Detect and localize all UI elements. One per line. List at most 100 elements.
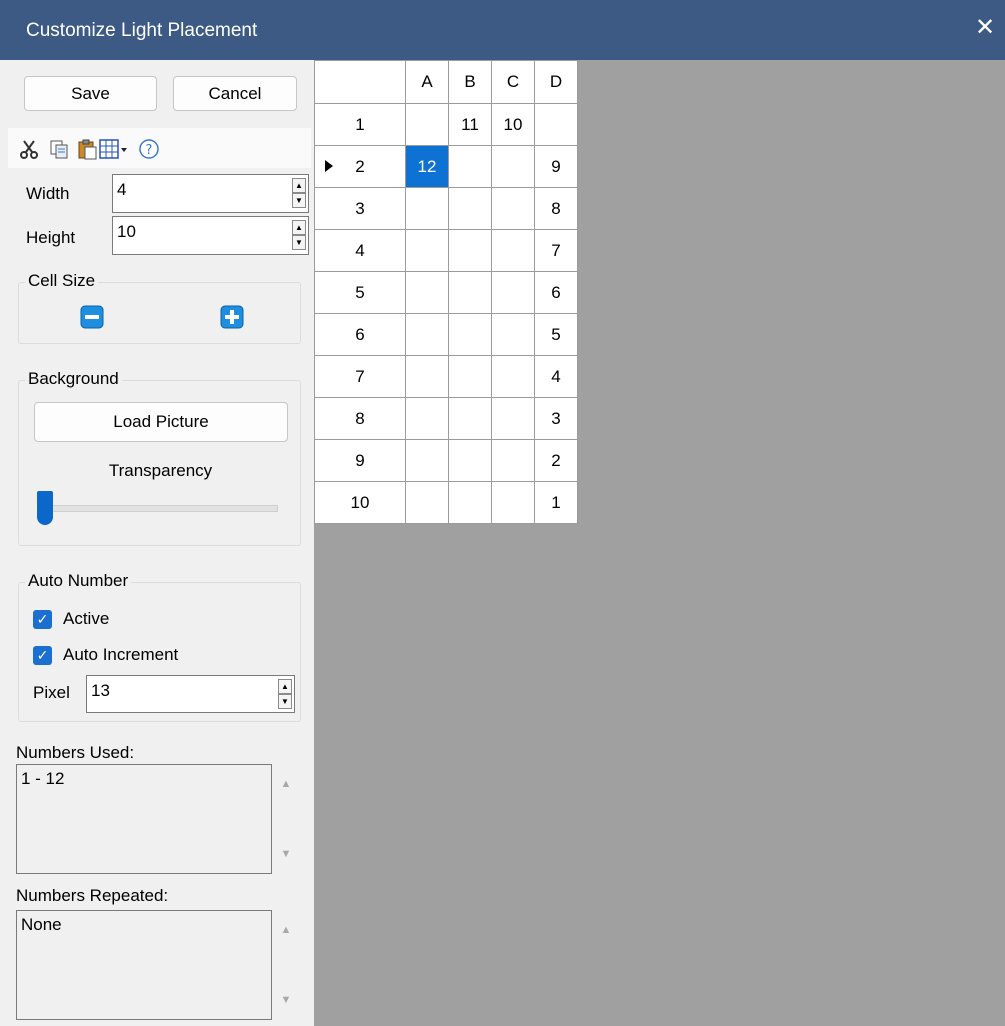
copy-icon[interactable] [48,138,70,160]
grid-cell[interactable] [405,439,449,482]
transparency-slider-thumb[interactable] [37,491,53,525]
grid-dropdown-icon[interactable] [98,138,132,160]
close-icon[interactable]: ✕ [973,14,997,42]
auto-increment-checkbox[interactable]: ✓ [33,646,52,665]
table-row: 47 [314,229,578,272]
numbers-repeated-list[interactable]: None [16,910,272,1020]
grid-cell[interactable] [448,397,492,440]
grid-cell[interactable]: 5 [534,313,578,356]
grid-cell[interactable] [491,439,535,482]
row-header[interactable]: 9 [314,439,406,482]
column-header-c[interactable]: C [491,60,535,104]
grid-cell[interactable]: 10 [491,103,535,146]
grid-cell[interactable] [491,229,535,272]
help-icon[interactable]: ? [138,138,160,160]
row-header[interactable]: 10 [314,481,406,524]
spin-up-icon[interactable]: ▲ [292,178,306,193]
row-header[interactable]: 1 [314,103,406,146]
height-spinbox[interactable]: 10 ▲ ▼ [112,216,309,255]
grid-cell[interactable]: 1 [534,481,578,524]
table-row: 10 1 [314,481,578,524]
pixel-spinbox[interactable]: 13 ▲ ▼ [86,675,295,713]
zoom-out-icon[interactable] [80,305,104,329]
spin-down-icon[interactable]: ▼ [292,235,306,250]
grid-cell[interactable] [448,187,492,230]
grid-cell[interactable] [491,397,535,440]
transparency-track[interactable] [52,505,278,512]
grid-cell[interactable] [448,145,492,188]
grid-cell[interactable] [405,229,449,272]
grid-cell[interactable]: 8 [534,187,578,230]
grid-cell[interactable]: 4 [534,355,578,398]
grid-cell[interactable]: 9 [534,145,578,188]
grid-cell[interactable] [405,103,449,146]
table-row: 65 [314,313,578,356]
scroll-down-icon[interactable]: ▼ [278,846,294,862]
grid-cell[interactable] [448,313,492,356]
width-value: 4 [117,180,127,199]
grid-header-row: A B C D [314,60,578,104]
numbers-used-list[interactable]: 1 - 12 [16,764,272,874]
grid-cell[interactable] [448,439,492,482]
zoom-in-icon[interactable] [220,305,244,329]
table-row: 74 [314,355,578,398]
grid-cell[interactable] [491,145,535,188]
grid-cell[interactable] [405,397,449,440]
cell-size-label: Cell Size [25,271,99,291]
paste-icon[interactable] [76,138,98,160]
pixel-spinner[interactable]: ▲ ▼ [278,679,292,711]
grid-cell[interactable]: 2 [534,439,578,482]
save-button[interactable]: Save [24,76,157,111]
table-row: 1 11 10 [314,103,578,146]
load-picture-button[interactable]: Load Picture [34,402,288,442]
spin-down-icon[interactable]: ▼ [292,193,306,208]
height-spinner[interactable]: ▲ ▼ [292,220,306,252]
scroll-up-icon[interactable]: ▲ [278,922,294,938]
column-header-d[interactable]: D [534,60,578,104]
grid-cell[interactable]: 11 [448,103,492,146]
row-number: 6 [355,324,365,344]
grid-cell[interactable] [534,103,578,146]
width-label: Width [26,184,70,203]
row-header[interactable]: 5 [314,271,406,314]
grid-cell[interactable] [405,481,449,524]
scroll-down-icon[interactable]: ▼ [278,992,294,1008]
grid-cell[interactable]: 3 [534,397,578,440]
spin-up-icon[interactable]: ▲ [278,679,292,694]
cut-icon[interactable] [18,138,40,160]
grid-cell[interactable] [491,271,535,314]
grid-cell[interactable] [448,229,492,272]
grid-cell[interactable] [448,481,492,524]
grid-cell[interactable] [405,355,449,398]
grid-cell[interactable]: 7 [534,229,578,272]
cancel-button[interactable]: Cancel [173,76,297,111]
numbers-repeated-value: None [21,915,62,934]
grid-cell[interactable]: 6 [534,271,578,314]
grid-cell[interactable] [491,313,535,356]
column-header-a[interactable]: A [405,60,449,104]
grid-cell[interactable] [405,313,449,356]
grid-cell[interactable] [405,271,449,314]
edit-toolbar: ? [8,128,311,168]
grid-cell[interactable] [448,355,492,398]
row-header[interactable]: 8 [314,397,406,440]
grid-cell[interactable]: 12 [405,145,449,188]
row-header[interactable]: 2 [314,145,406,188]
grid-cell[interactable] [491,481,535,524]
row-header[interactable]: 4 [314,229,406,272]
spin-up-icon[interactable]: ▲ [292,220,306,235]
column-header-b[interactable]: B [448,60,492,104]
grid-cell[interactable] [491,355,535,398]
width-spinbox[interactable]: 4 ▲ ▼ [112,174,309,213]
row-header[interactable]: 6 [314,313,406,356]
spin-down-icon[interactable]: ▼ [278,694,292,709]
active-checkbox[interactable]: ✓ [33,610,52,629]
scroll-up-icon[interactable]: ▲ [278,776,294,792]
width-spinner[interactable]: ▲ ▼ [292,178,306,210]
grid-cell[interactable] [491,187,535,230]
grid-cell[interactable] [448,271,492,314]
row-header[interactable]: 7 [314,355,406,398]
grid-cell[interactable] [405,187,449,230]
grid-corner[interactable] [314,60,406,104]
row-header[interactable]: 3 [314,187,406,230]
